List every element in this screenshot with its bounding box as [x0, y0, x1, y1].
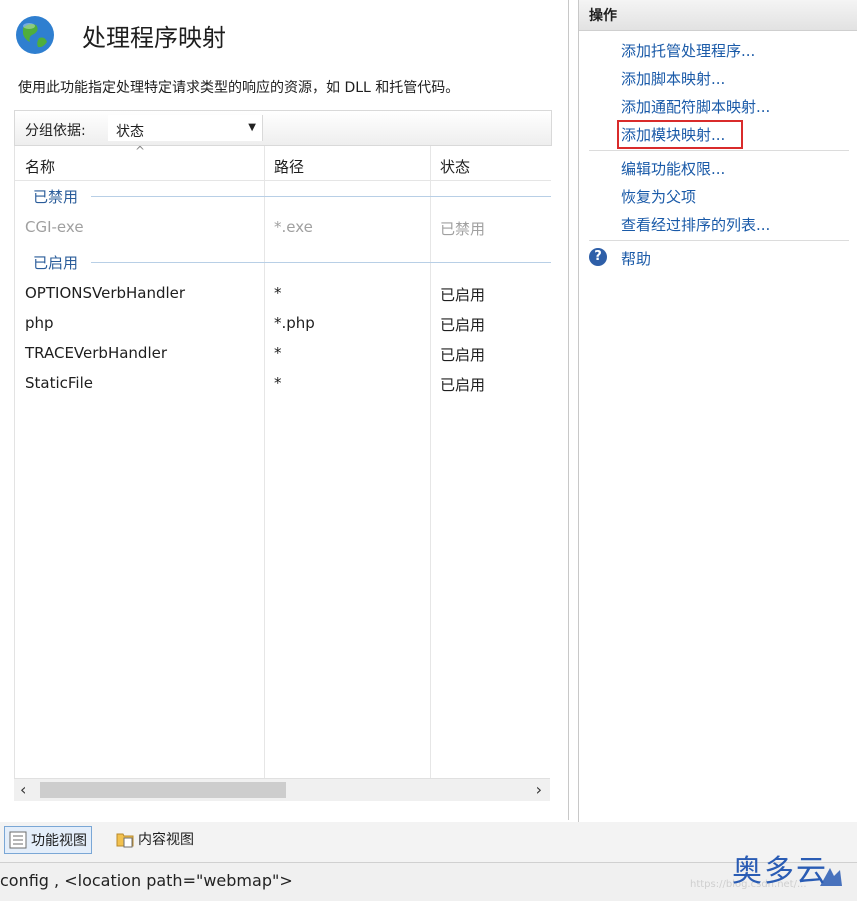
edit-feature-permissions-link[interactable]: 编辑功能权限...	[621, 158, 725, 179]
sort-caret-icon: ^	[135, 144, 146, 158]
view-tabs-bar: 功能视图 内容视图	[0, 822, 857, 862]
row-status: 已启用	[440, 346, 486, 364]
table-row[interactable]: CGI-exe *.exe 已禁用	[15, 214, 551, 242]
globe-icon	[16, 16, 54, 54]
table-row[interactable]: OPTIONSVerbHandler * 已启用	[15, 280, 551, 308]
row-name: TRACEVerbHandler	[25, 344, 168, 362]
table-row[interactable]: StaticFile * 已启用	[15, 370, 551, 398]
scroll-right-icon[interactable]: ›	[536, 780, 542, 799]
actions-title: 操作	[589, 8, 617, 24]
add-wildcard-script-map-link[interactable]: 添加通配符脚本映射...	[621, 96, 770, 117]
revert-to-parent-link[interactable]: 恢复为父项	[621, 186, 696, 207]
row-status: 已禁用	[440, 220, 486, 238]
handler-mappings-list: 名称 ^ 路径 状态 已禁用 CGI-exe *.exe 已禁用 已启用 OPT…	[14, 144, 551, 780]
row-status: 已启用	[440, 286, 486, 304]
view-ordered-list-link[interactable]: 查看经过排序的列表...	[621, 214, 770, 235]
column-header-path[interactable]: 路径	[274, 156, 304, 177]
scrollbar-thumb[interactable]	[40, 782, 286, 798]
brand-logo: 奥多云	[732, 854, 828, 889]
tab-features-view[interactable]: 功能视图	[4, 826, 92, 854]
column-header-name[interactable]: 名称	[25, 156, 55, 177]
group-by-bar: 分组依据: 状态 ▼	[14, 110, 552, 146]
status-bar: config , <location path="webmap"> https:…	[0, 862, 857, 901]
row-name: OPTIONSVerbHandler	[25, 284, 186, 302]
row-status: 已启用	[440, 376, 486, 394]
header-divider	[15, 180, 551, 181]
group-by-select[interactable]: 状态 ▼	[108, 115, 263, 141]
group-by-value: 状态	[116, 124, 144, 140]
tab-content-label: 内容视图	[138, 832, 194, 848]
add-module-mapping-link[interactable]: 添加模块映射...	[616, 120, 744, 149]
row-path: *	[274, 374, 282, 392]
group-header-enabled: 已启用	[33, 254, 79, 272]
table-row[interactable]: php *.php 已启用	[15, 310, 551, 338]
action-separator	[589, 150, 849, 151]
main-pane: 处理程序映射 使用此功能指定处理特定请求类型的响应的资源，如 DLL 和托管代码…	[0, 0, 569, 820]
group-header-disabled: 已禁用	[33, 188, 79, 206]
dropdown-arrow-icon: ▼	[248, 122, 256, 133]
row-status: 已启用	[440, 316, 486, 334]
group-divider	[91, 262, 551, 263]
row-path: *.exe	[274, 218, 313, 236]
actions-pane: 操作 添加托管处理程序... 添加脚本映射... 添加通配符脚本映射... 添加…	[578, 0, 857, 858]
row-name: php	[25, 314, 54, 332]
page-title: 处理程序映射	[82, 23, 226, 52]
add-script-map-link[interactable]: 添加脚本映射...	[621, 68, 725, 89]
add-managed-handler-link[interactable]: 添加托管处理程序...	[621, 40, 755, 61]
features-view-icon	[9, 831, 27, 849]
brand-mark-icon	[820, 868, 842, 886]
group-by-label: 分组依据:	[25, 123, 86, 139]
column-header-status[interactable]: 状态	[440, 156, 470, 177]
group-divider	[91, 196, 551, 197]
title-row: 处理程序映射	[14, 10, 226, 60]
scroll-left-icon[interactable]: ‹	[20, 780, 26, 799]
row-path: *	[274, 284, 282, 302]
action-separator	[589, 240, 849, 241]
tab-features-label: 功能视图	[31, 833, 87, 849]
row-name: StaticFile	[25, 374, 93, 392]
status-text: config , <location path="webmap">	[0, 871, 293, 890]
help-link[interactable]: 帮助	[621, 248, 651, 269]
content-view-icon	[116, 833, 134, 848]
actions-header: 操作	[579, 0, 857, 31]
table-row[interactable]: TRACEVerbHandler * 已启用	[15, 340, 551, 368]
row-name: CGI-exe	[25, 218, 84, 236]
help-icon: ?	[589, 248, 607, 266]
row-path: *	[274, 344, 282, 362]
row-path: *.php	[274, 314, 315, 332]
tab-content-view[interactable]: 内容视图	[112, 826, 198, 852]
horizontal-scrollbar[interactable]: ‹ ›	[14, 778, 550, 801]
page-description: 使用此功能指定处理特定请求类型的响应的资源，如 DLL 和托管代码。	[18, 80, 460, 96]
